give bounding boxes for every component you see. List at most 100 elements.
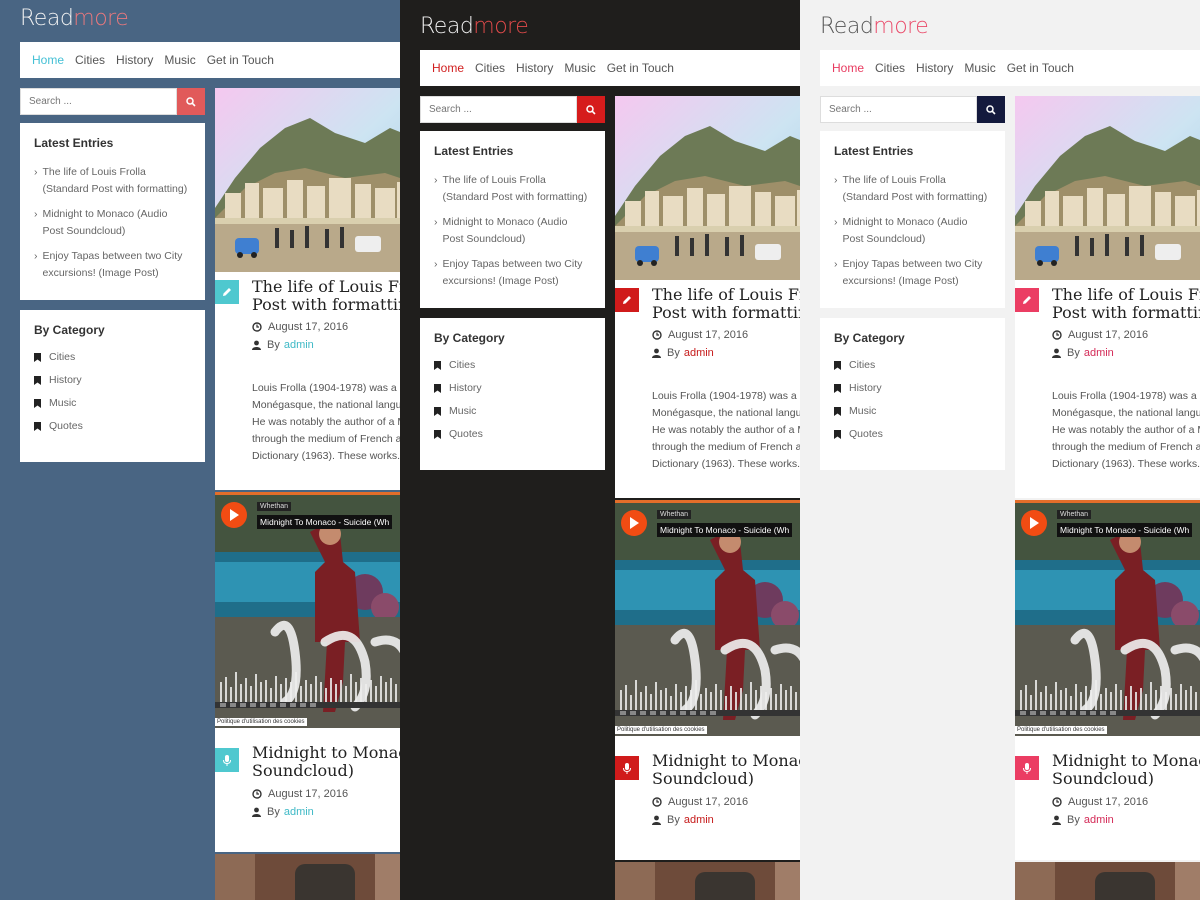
latest-entry[interactable]: › The life of Louis Frolla (Standard Post… xyxy=(834,172,991,206)
latest-entry[interactable]: › The life of Louis Frolla (Standard Post… xyxy=(34,164,191,198)
nav-item-cities[interactable]: Cities xyxy=(75,53,105,67)
soundcloud-player[interactable]: Whethan Midnight To Monaco - Suicide (Wh… xyxy=(1015,500,1200,736)
latest-entry[interactable]: › Enjoy Tapas between two City excursions… xyxy=(34,248,191,282)
track-title[interactable]: Midnight To Monaco - Suicide (Wh xyxy=(657,523,793,537)
search-button[interactable] xyxy=(577,96,605,123)
cookie-policy-link[interactable]: Politique d'utilisation des cookies xyxy=(615,726,707,734)
category-item-history[interactable]: History xyxy=(34,374,191,386)
post-hero-image[interactable] xyxy=(1015,96,1200,280)
post-card-image-partial[interactable] xyxy=(615,862,800,900)
soundcloud-player[interactable]: Whethan Midnight To Monaco - Suicide (Wh… xyxy=(615,500,800,736)
category-label: Cities xyxy=(849,359,876,371)
post-card: Whethan Midnight To Monaco - Suicide (Wh… xyxy=(615,500,800,860)
post-format-audio xyxy=(615,756,639,780)
category-item-history[interactable]: History xyxy=(834,382,991,394)
bookmark-icon xyxy=(434,429,441,439)
nav-item-history[interactable]: History xyxy=(116,53,153,67)
post-title[interactable]: The life of Louis Frolla Post with forma… xyxy=(652,286,800,322)
clock-icon xyxy=(1052,330,1062,340)
category-item-music[interactable]: Music xyxy=(834,405,991,417)
category-item-cities[interactable]: Cities xyxy=(34,351,191,363)
category-item-history[interactable]: History xyxy=(434,382,591,394)
track-uploader[interactable]: Whethan xyxy=(657,510,692,519)
bookmark-icon xyxy=(834,383,841,393)
latest-entry[interactable]: › Enjoy Tapas between two City excursions… xyxy=(834,256,991,290)
author-link[interactable]: admin xyxy=(284,806,314,818)
by-label: By xyxy=(267,339,280,351)
cookie-policy-link[interactable]: Politique d'utilisation des cookies xyxy=(215,718,307,726)
excerpt-line: through the medium of French a xyxy=(652,441,800,453)
search-button[interactable] xyxy=(177,88,205,115)
category-item-quotes[interactable]: Quotes xyxy=(834,428,991,440)
post-title[interactable]: The life of Louis Frolla Post with forma… xyxy=(252,278,400,314)
play-button[interactable] xyxy=(221,502,247,528)
nav-item-music[interactable]: Music xyxy=(564,61,595,75)
play-button[interactable] xyxy=(1021,510,1047,536)
search-input[interactable] xyxy=(20,88,178,115)
nav-item-get-in-touch[interactable]: Get in Touch xyxy=(607,61,674,75)
post-title[interactable]: Midnight to Monaco Soundcloud) xyxy=(1052,752,1200,788)
nav-item-get-in-touch[interactable]: Get in Touch xyxy=(1007,61,1074,75)
soundcloud-player[interactable]: Whethan Midnight To Monaco - Suicide (Wh… xyxy=(215,492,400,728)
author-link[interactable]: admin xyxy=(1084,347,1114,359)
category-item-quotes[interactable]: Quotes xyxy=(34,420,191,432)
post-card-image-partial[interactable] xyxy=(1015,862,1200,900)
post-title[interactable]: The life of Louis Frolla Post with forma… xyxy=(1052,286,1200,322)
track-uploader[interactable]: Whethan xyxy=(1057,510,1092,519)
post-title[interactable]: Midnight to Monaco Soundcloud) xyxy=(652,752,800,788)
excerpt-line: He was notably the author of a M xyxy=(652,424,800,436)
search-input[interactable] xyxy=(820,96,978,123)
post-title[interactable]: Midnight to Monaco Soundcloud) xyxy=(252,744,400,780)
search-button[interactable] xyxy=(977,96,1005,123)
play-icon xyxy=(1030,517,1039,529)
site-logo[interactable]: Readmore xyxy=(20,6,129,31)
nav-item-music[interactable]: Music xyxy=(164,53,195,67)
category-item-music[interactable]: Music xyxy=(434,405,591,417)
nav-item-get-in-touch[interactable]: Get in Touch xyxy=(207,53,274,67)
post-date: August 17, 2016 xyxy=(1052,329,1148,341)
nav-item-cities[interactable]: Cities xyxy=(875,61,905,75)
nav-item-cities[interactable]: Cities xyxy=(475,61,505,75)
latest-entry[interactable]: › Midnight to Monaco (Audio Post Soundclo… xyxy=(834,214,991,248)
post-date: August 17, 2016 xyxy=(252,788,348,800)
nav-item-home[interactable]: Home xyxy=(432,61,464,75)
play-icon xyxy=(630,517,639,529)
author-link[interactable]: admin xyxy=(284,339,314,351)
post-card-image-partial[interactable] xyxy=(215,854,400,900)
post-author: By admin xyxy=(1052,814,1114,826)
post-hero-image[interactable] xyxy=(215,88,400,272)
nav-item-home[interactable]: Home xyxy=(32,53,64,67)
latest-entry[interactable]: › Enjoy Tapas between two City excursions… xyxy=(434,256,591,290)
category-label: Cities xyxy=(449,359,476,371)
author-link[interactable]: admin xyxy=(684,814,714,826)
category-item-music[interactable]: Music xyxy=(34,397,191,409)
user-icon xyxy=(252,340,261,350)
play-button[interactable] xyxy=(621,510,647,536)
category-item-quotes[interactable]: Quotes xyxy=(434,428,591,440)
latest-entry[interactable]: › Midnight to Monaco (Audio Post Soundclo… xyxy=(34,206,191,240)
category-item-cities[interactable]: Cities xyxy=(834,359,991,371)
nav-item-home[interactable]: Home xyxy=(832,61,864,75)
nav-item-music[interactable]: Music xyxy=(964,61,995,75)
track-title[interactable]: Midnight To Monaco - Suicide (Wh xyxy=(257,515,393,529)
author-link[interactable]: admin xyxy=(684,347,714,359)
track-title[interactable]: Midnight To Monaco - Suicide (Wh xyxy=(1057,523,1193,537)
latest-entry[interactable]: › The life of Louis Frolla (Standard Post… xyxy=(434,172,591,206)
nav-item-history[interactable]: History xyxy=(916,61,953,75)
post-title-line-2: Post with formatting) xyxy=(1052,303,1200,322)
clock-icon xyxy=(252,322,262,332)
entry-title: The life of Louis Frolla xyxy=(42,166,146,178)
cookie-policy-link[interactable]: Politique d'utilisation des cookies xyxy=(1015,726,1107,734)
site-logo[interactable]: Readmore xyxy=(820,14,929,39)
site-logo[interactable]: Readmore xyxy=(420,14,529,39)
track-uploader[interactable]: Whethan xyxy=(257,502,292,511)
search-input[interactable] xyxy=(420,96,578,123)
nav-item-history[interactable]: History xyxy=(516,61,553,75)
author-link[interactable]: admin xyxy=(1084,814,1114,826)
latest-entry[interactable]: › Midnight to Monaco (Audio Post Soundclo… xyxy=(434,214,591,248)
category-item-cities[interactable]: Cities xyxy=(434,359,591,371)
latest-entries-widget: Latest Entries › The life of Louis Froll… xyxy=(420,131,605,308)
logo-part-more: more xyxy=(73,6,129,31)
post-hero-image[interactable] xyxy=(615,96,800,280)
bookmark-icon xyxy=(34,352,41,362)
